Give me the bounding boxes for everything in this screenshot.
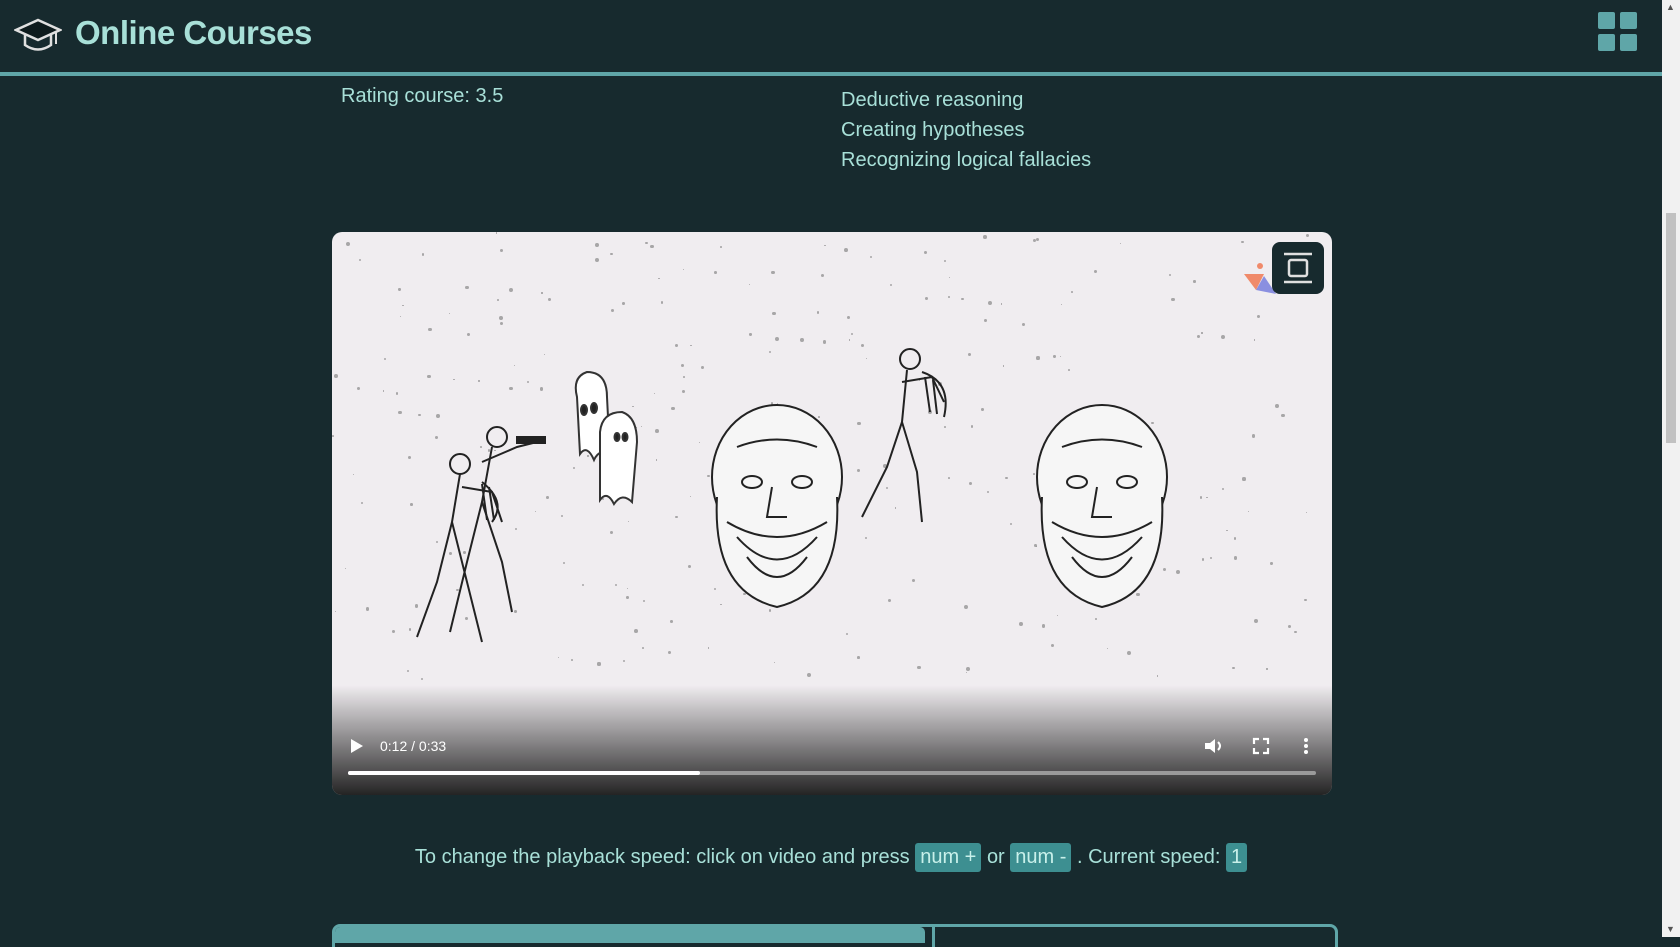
scroll-up-icon[interactable]: ▲ xyxy=(1666,2,1675,12)
app-title[interactable]: Online Courses xyxy=(75,14,312,52)
play-icon[interactable] xyxy=(348,737,364,755)
speed-hint-prefix: To change the playback speed: click on v… xyxy=(414,846,910,868)
tab-active[interactable] xyxy=(335,927,925,943)
skills-list: Deductive reasoning Creating hypotheses … xyxy=(841,85,1091,175)
tab-divider xyxy=(932,927,935,947)
graduation-cap-icon[interactable] xyxy=(14,12,62,60)
video-progress-bar[interactable] xyxy=(348,771,1316,775)
picture-in-picture-button[interactable] xyxy=(1272,242,1324,294)
musician-figures-left xyxy=(416,426,546,643)
course-rating: Rating course: 3.5 xyxy=(341,85,504,107)
page-scrollbar[interactable]: ▲ ▼ xyxy=(1662,0,1680,937)
current-speed-value: 1 xyxy=(1225,843,1248,872)
more-options-icon[interactable] xyxy=(1302,737,1310,755)
skill-item: Deductive reasoning xyxy=(841,89,1024,111)
video-player[interactable]: 0:12 / 0:33 xyxy=(332,232,1332,795)
speed-hint-or: or xyxy=(986,846,1005,868)
video-progress-fill xyxy=(348,771,701,775)
scroll-down-icon[interactable]: ▼ xyxy=(1666,924,1675,934)
video-controls-shade xyxy=(332,685,1332,795)
socrates-bust-left xyxy=(711,404,843,609)
socrates-bust-right xyxy=(1036,404,1168,609)
skill-item: Recognizing logical fallacies xyxy=(841,149,1092,171)
video-time: 0:12 / 0:33 xyxy=(380,738,447,754)
skill-item: Creating hypotheses xyxy=(841,119,1025,141)
playback-speed-hint: To change the playback speed: click on v… xyxy=(0,843,1662,872)
picture-in-picture-icon xyxy=(1284,252,1312,284)
course-tabs-panel xyxy=(332,924,1338,947)
key-num-plus: num + xyxy=(915,843,982,872)
app-header: Online Courses xyxy=(0,0,1662,76)
scroll-thumb[interactable] xyxy=(1666,213,1676,443)
speed-hint-suffix: . Current speed: xyxy=(1076,846,1221,868)
fullscreen-icon[interactable] xyxy=(1252,737,1270,755)
ghost-figures xyxy=(574,370,639,506)
volume-icon[interactable] xyxy=(1203,737,1225,755)
key-num-minus: num - xyxy=(1010,843,1072,872)
musician-figure-center xyxy=(861,348,947,523)
grid-apps-icon[interactable] xyxy=(1598,12,1638,52)
